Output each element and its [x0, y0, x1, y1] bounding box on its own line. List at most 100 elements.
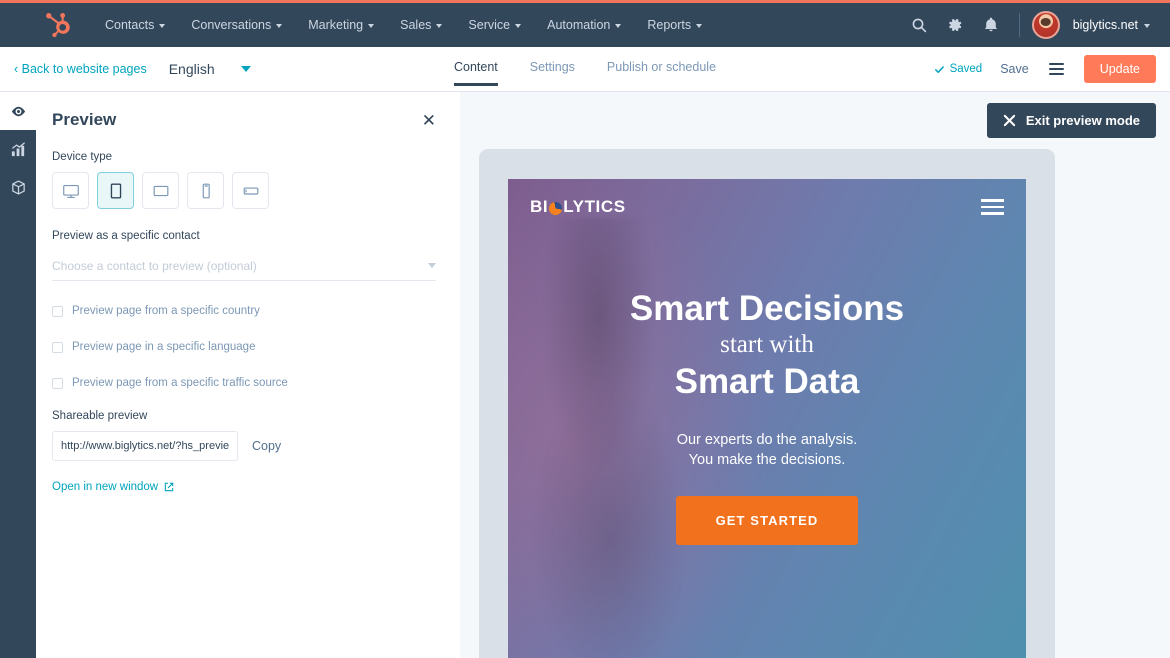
checkbox-label: Preview page from a specific country: [72, 305, 260, 317]
contact-select-input[interactable]: Choose a contact to preview (optional): [52, 251, 436, 281]
nav-label: Automation: [547, 18, 611, 32]
hubspot-sprocket-icon[interactable]: [44, 10, 74, 40]
nav-item-reports[interactable]: Reports: [634, 3, 715, 47]
tab-publish-or-schedule[interactable]: Publish or schedule: [607, 60, 716, 86]
language-select[interactable]: English: [169, 61, 251, 77]
checkbox-label: Preview page in a specific language: [72, 341, 256, 353]
left-icon-rail: [0, 92, 36, 658]
tablet-landscape-icon: [153, 185, 168, 196]
hero-subtext-line1: Our experts do the analysis.: [676, 432, 858, 449]
back-to-website-pages-link[interactable]: ‹ Back to website pages: [14, 62, 147, 76]
rail-item-modules[interactable]: [0, 168, 36, 206]
nav-item-service[interactable]: Service: [455, 3, 534, 47]
gear-icon[interactable]: [939, 9, 971, 41]
bell-icon[interactable]: [975, 9, 1007, 41]
main-navigation-bar: Contacts Conversations Marketing Sales S…: [0, 3, 1170, 47]
toolbar-actions: Saved Save Update: [934, 55, 1156, 83]
page-title: Preview: [52, 110, 117, 129]
logo-mark-icon: [549, 201, 563, 215]
chevron-down-icon: [428, 263, 436, 268]
preview-settings-panel: Preview ✕ Device type Preview as a speci…: [36, 92, 460, 658]
eye-icon: [11, 106, 25, 116]
check-icon: [934, 65, 944, 73]
contact-placeholder: Choose a contact to preview (optional): [52, 258, 257, 273]
site-logo[interactable]: BI LYTICS: [530, 197, 626, 217]
open-in-new-window-link[interactable]: Open in new window: [52, 481, 174, 493]
device-button-tablet-portrait[interactable]: [97, 172, 134, 209]
rail-item-optimize[interactable]: [0, 130, 36, 168]
hero-headline-line2: start with: [720, 331, 814, 359]
get-started-button[interactable]: GET STARTED: [676, 496, 858, 546]
checkbox-traffic-source[interactable]: [52, 377, 63, 389]
logo-text-before: BI: [530, 197, 549, 216]
open-window-label: Open in new window: [52, 481, 159, 493]
shareable-preview-row: Copy: [52, 431, 436, 461]
device-type-selector: [52, 172, 436, 209]
checkbox-country[interactable]: [52, 305, 63, 317]
preview-stage: Exit preview mode BI LYTICS Smart Decisi…: [460, 92, 1170, 658]
save-button[interactable]: Save: [1000, 62, 1029, 76]
shareable-url-input[interactable]: [52, 431, 238, 461]
nav-label: Service: [468, 18, 511, 32]
editor-body: Preview ✕ Device type Preview as a speci…: [0, 92, 1170, 658]
shareable-preview-label: Shareable preview: [52, 410, 148, 422]
site-header: BI LYTICS: [508, 179, 1026, 235]
chevron-down-icon: [240, 66, 251, 72]
account-menu[interactable]: biglytics.net: [1073, 18, 1150, 32]
exit-preview-label: Exit preview mode: [1025, 113, 1140, 128]
language-label: English: [168, 61, 215, 77]
nav-item-conversations[interactable]: Conversations: [178, 3, 295, 47]
chevron-down-icon: [696, 24, 703, 28]
external-link-icon: [164, 482, 174, 492]
chevron-down-icon: [615, 24, 622, 28]
device-button-tablet-landscape[interactable]: [142, 172, 179, 209]
tab-content[interactable]: Content: [453, 59, 498, 86]
copy-button[interactable]: Copy: [252, 439, 281, 453]
tab-label: Publish or schedule: [606, 59, 717, 74]
rail-item-preview[interactable]: [0, 92, 36, 130]
bar-chart-icon: [11, 141, 25, 156]
chevron-down-icon: [159, 24, 166, 28]
nav-item-sales[interactable]: Sales: [387, 3, 455, 47]
editor-tabs: Content Settings Publish or schedule: [453, 47, 716, 92]
checkbox-row-traffic-source[interactable]: Preview page from a specific traffic sou…: [52, 377, 436, 389]
chevron-down-icon: [368, 24, 375, 28]
mobile-portrait-icon: [202, 183, 210, 198]
account-name-label: biglytics.net: [1072, 18, 1138, 32]
saved-label: Saved: [949, 63, 983, 75]
nav-right-actions: biglytics.net: [903, 9, 1156, 41]
chevron-down-icon: [436, 24, 443, 28]
chevron-down-icon: [515, 24, 522, 28]
module-box-icon: [11, 179, 25, 195]
close-icon[interactable]: ✕: [422, 112, 436, 129]
site-hamburger-menu-icon[interactable]: [981, 199, 1004, 215]
checkbox-label: Preview page from a specific traffic sou…: [72, 377, 288, 389]
tab-settings[interactable]: Settings: [530, 60, 575, 86]
hero-section: Smart Decisions start with Smart Data Ou…: [508, 235, 1026, 546]
hero-headline-line3: Smart Data: [674, 361, 860, 401]
hero-subtext: Our experts do the analysis. You make th…: [508, 430, 1026, 470]
update-button[interactable]: Update: [1083, 55, 1156, 83]
hamburger-menu-icon[interactable]: [1047, 59, 1066, 79]
preview-contact-label: Preview as a specific contact: [52, 230, 200, 242]
checkbox-row-language[interactable]: Preview page in a specific language: [52, 341, 436, 353]
checkbox-row-country[interactable]: Preview page from a specific country: [52, 305, 436, 317]
nav-item-contacts[interactable]: Contacts: [92, 3, 178, 47]
nav-divider: [1018, 13, 1020, 37]
avatar[interactable]: [1031, 11, 1060, 39]
close-x-icon: [1003, 114, 1016, 127]
device-button-desktop[interactable]: [52, 172, 89, 209]
chevron-down-icon: [1144, 24, 1150, 28]
checkbox-language[interactable]: [52, 341, 63, 353]
device-button-mobile-landscape[interactable]: [232, 172, 269, 209]
nav-item-automation[interactable]: Automation: [534, 3, 634, 47]
previewed-page: BI LYTICS Smart Decisions start with Sma…: [508, 179, 1026, 658]
tab-label: Content: [453, 59, 498, 74]
search-icon[interactable]: [903, 9, 935, 41]
status-badge: Saved: [934, 63, 983, 75]
exit-preview-mode-button[interactable]: Exit preview mode: [986, 103, 1156, 138]
chevron-down-icon: [276, 24, 283, 28]
device-button-mobile-portrait[interactable]: [187, 172, 224, 209]
nav-item-marketing[interactable]: Marketing: [295, 3, 387, 47]
hero-subtext-line2: You make the decisions.: [688, 452, 846, 469]
